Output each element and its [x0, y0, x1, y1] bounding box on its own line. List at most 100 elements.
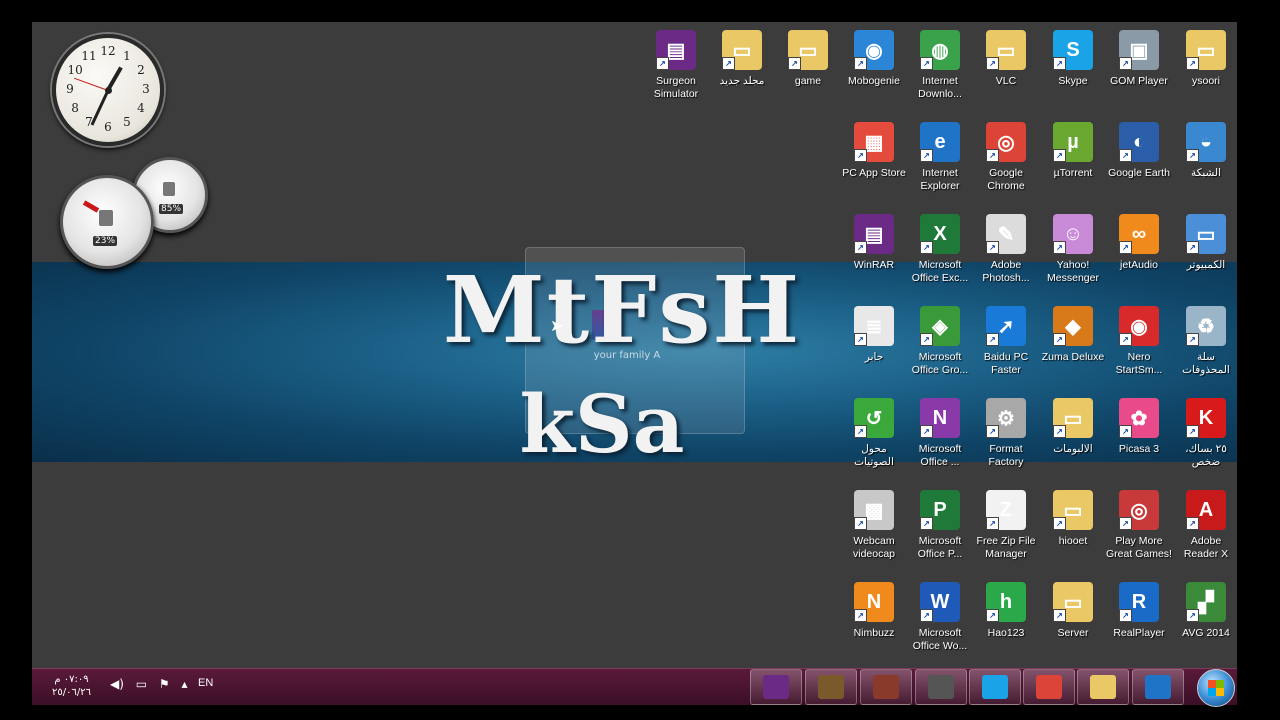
- play-more-great-games-shortcut[interactable]: ◎ ↗ Play More Great Games!: [1106, 490, 1172, 561]
- taskbar-minecraft-button[interactable]: [805, 669, 857, 705]
- zuma-deluxe-shortcut[interactable]: ◆ ↗ Zuma Deluxe: [1040, 306, 1106, 364]
- shortcut-arrow-icon: ↗: [854, 425, 867, 438]
- jetaudio-shortcut[interactable]: ∞ ↗ jetAudio: [1106, 214, 1172, 272]
- internet-explorer-shortcut[interactable]: e ↗ Internet Explorer: [907, 122, 973, 193]
- taskbar-explorer-button[interactable]: [1077, 669, 1129, 705]
- skype-shortcut[interactable]: S ↗ Skype: [1040, 30, 1106, 88]
- desktop-icon-label: Zuma Deluxe: [1041, 351, 1105, 363]
- hiooet-folder-shortcut[interactable]: ▭ ↗ hiooet: [1040, 490, 1106, 548]
- surgeon-simulator-shortcut[interactable]: ▤ ↗ Surgeon Simulator: [643, 30, 709, 101]
- utorrent-shortcut[interactable]: µ ↗ µTorrent: [1040, 122, 1106, 180]
- taskbar-clock[interactable]: ٠٧:٠٩ م ٢٥/٠٦/٢٦: [52, 673, 91, 699]
- desktop-icon-label: Hao123: [987, 627, 1025, 639]
- shortcut-arrow-icon: ↗: [1053, 425, 1066, 438]
- desktop-icon-label: hiooet: [1058, 535, 1088, 547]
- free-zip-file-manager-shortcut[interactable]: Z ↗ Free Zip File Manager: [973, 490, 1039, 561]
- shortcut-arrow-icon: ↗: [1053, 149, 1066, 162]
- microsoft-office-groove-shortcut[interactable]: ◈ ↗ Microsoft Office Gro...: [907, 306, 973, 377]
- desktop-icon-label: Nimbuzz: [853, 627, 895, 639]
- desktop-icon-label: سلة المحذوفات: [1182, 351, 1230, 376]
- shortcut-arrow-icon: ↗: [986, 609, 999, 622]
- taskbar-winrar-button[interactable]: [750, 669, 802, 705]
- shortcut-arrow-icon: ↗: [920, 425, 933, 438]
- realplayer-shortcut[interactable]: R ↗ RealPlayer: [1106, 582, 1172, 640]
- shortcut-arrow-icon: ↗: [854, 149, 867, 162]
- taskbar-ie-button[interactable]: [1132, 669, 1184, 705]
- taskbar-chrome-button[interactable]: [1023, 669, 1075, 705]
- gom-player-shortcut[interactable]: ▣ ↗ GOM Player: [1106, 30, 1172, 88]
- network-shortcut[interactable]: ◒ ↗ الشبكة: [1173, 122, 1237, 180]
- microsoft-office-excel-shortcut[interactable]: X ↗ Microsoft Office Exc...: [907, 214, 973, 285]
- yahoo-messenger-shortcut[interactable]: ☺ ↗ Yahoo! Messenger: [1040, 214, 1106, 285]
- picasa-3-shortcut[interactable]: ✿ ↗ Picasa 3: [1106, 398, 1172, 456]
- volume-icon[interactable]: ◀): [110, 677, 124, 691]
- nero-startsmart-shortcut[interactable]: ◉ ↗ Nero StartSm...: [1106, 306, 1172, 377]
- clock-date: ٢٥/٠٦/٢٦: [52, 687, 91, 698]
- network-tray-icon[interactable]: ▭: [136, 677, 147, 691]
- jaber-file-shortcut[interactable]: ≣ ↗ جابر: [841, 306, 907, 364]
- internet-download-manager-shortcut[interactable]: ◍ ↗ Internet Downlo...: [907, 30, 973, 101]
- desktop-icon-label: jetAudio: [1120, 259, 1158, 271]
- microsoft-office-onenote-shortcut[interactable]: N ↗ Microsoft Office ...: [907, 398, 973, 469]
- shortcut-arrow-icon: ↗: [1119, 333, 1132, 346]
- chrome-icon: [1036, 675, 1062, 699]
- desktop[interactable]: your family A MtFsH kSa ➤ 12 1 2 3 4 5 6 7 8 9 10 1…: [32, 22, 1237, 668]
- hao123-shortcut[interactable]: h ↗ Hao123: [973, 582, 1039, 640]
- show-hidden-icon[interactable]: ▴: [182, 677, 188, 691]
- google-chrome-icon: ◎ ↗: [986, 122, 1026, 162]
- mobogenie-shortcut[interactable]: ◉ ↗ Mobogenie: [841, 30, 907, 88]
- flag-icon[interactable]: ⚑: [159, 677, 170, 691]
- desktop-icon-label: Google Chrome: [987, 167, 1025, 192]
- vlc-icon: ▭ ↗: [986, 30, 1026, 70]
- avg-2014-shortcut[interactable]: ▞ ↗ AVG 2014: [1173, 582, 1237, 640]
- nimbuzz-shortcut[interactable]: N ↗ Nimbuzz: [841, 582, 907, 640]
- pc-app-store-shortcut[interactable]: ▦ ↗ PC App Store: [841, 122, 907, 180]
- free-zip-file-manager-icon: Z ↗: [986, 490, 1026, 530]
- kaspersky-shortcut[interactable]: K ↗ ٢٥ بساك، ضخص: [1173, 398, 1237, 469]
- google-earth-icon: ◐ ↗: [1119, 122, 1159, 162]
- game-folder-shortcut[interactable]: ▭ ↗ game: [775, 30, 841, 88]
- taskbar-skype-button[interactable]: [969, 669, 1021, 705]
- server-folder-shortcut[interactable]: ▭ ↗ Server: [1040, 582, 1106, 640]
- realplayer-icon: R ↗: [1119, 582, 1159, 622]
- albums-folder-shortcut[interactable]: ▭ ↗ الالبومات: [1040, 398, 1106, 456]
- microsoft-office-powerpoint-icon: P ↗: [920, 490, 960, 530]
- webcam-videocap-shortcut[interactable]: ▩ ↗ Webcam videocap: [841, 490, 907, 561]
- desktop-icon-label: Yahoo! Messenger: [1047, 259, 1099, 284]
- game-folder-icon: ▭ ↗: [788, 30, 828, 70]
- google-earth-shortcut[interactable]: ◐ ↗ Google Earth: [1106, 122, 1172, 180]
- desktop-icon-label: الشبكة: [1190, 167, 1222, 179]
- new-folder-shortcut[interactable]: ▭ ↗ مجلد جديد: [709, 30, 775, 88]
- ysoori-folder-shortcut[interactable]: ▭ ↗ ysoori: [1173, 30, 1237, 88]
- microsoft-office-powerpoint-shortcut[interactable]: P ↗ Microsoft Office P...: [907, 490, 973, 561]
- google-chrome-shortcut[interactable]: ◎ ↗ Google Chrome: [973, 122, 1039, 193]
- audio-converter-shortcut[interactable]: ↺ ↗ محول الصوتيات: [841, 398, 907, 469]
- start-button[interactable]: [1197, 669, 1235, 707]
- clock-number: 9: [66, 82, 74, 96]
- adobe-photoshop-shortcut[interactable]: ✎ ↗ Adobe Photosh...: [973, 214, 1039, 285]
- winrar-shortcut[interactable]: ▤ ↗ WinRAR: [841, 214, 907, 272]
- shortcut-arrow-icon: ↗: [1119, 425, 1132, 438]
- baidu-pc-faster-shortcut[interactable]: ➚ ↗ Baidu PC Faster: [973, 306, 1039, 377]
- taskbar-app3-button[interactable]: [860, 669, 912, 705]
- clock-gadget[interactable]: 12 1 2 3 4 5 6 7 8 9 10 11: [52, 34, 164, 146]
- shortcut-arrow-icon: ↗: [920, 517, 933, 530]
- adobe-reader-x-shortcut[interactable]: A ↗ Adobe Reader X: [1173, 490, 1237, 561]
- hao123-icon: h ↗: [986, 582, 1026, 622]
- language-indicator[interactable]: EN: [198, 677, 213, 689]
- format-factory-shortcut[interactable]: ⚙ ↗ Format Factory: [973, 398, 1039, 469]
- shortcut-arrow-icon: ↗: [1186, 57, 1199, 70]
- desktop-icon-label: Mobogenie: [848, 75, 900, 87]
- vlc-shortcut[interactable]: ▭ ↗ VLC: [973, 30, 1039, 88]
- cpu-meter-gadget[interactable]: 85% 23%: [60, 157, 220, 269]
- taskbar-app4-button[interactable]: [915, 669, 967, 705]
- recycle-bin-shortcut[interactable]: ♻ ↗ سلة المحذوفات: [1173, 306, 1237, 377]
- microsoft-office-word-shortcut[interactable]: W ↗ Microsoft Office Wo...: [907, 582, 973, 653]
- webcam-videocap-icon: ▩ ↗: [854, 490, 894, 530]
- internet-download-manager-icon: ◍ ↗: [920, 30, 960, 70]
- clock-number: 10: [67, 63, 83, 77]
- computer-shortcut[interactable]: ▭ ↗ الكمبيوتر: [1173, 214, 1237, 272]
- desktop-icon-label: Skype: [1058, 75, 1088, 87]
- desktop-icon-label: RealPlayer: [1113, 627, 1165, 639]
- jaber-file-icon: ≣ ↗: [854, 306, 894, 346]
